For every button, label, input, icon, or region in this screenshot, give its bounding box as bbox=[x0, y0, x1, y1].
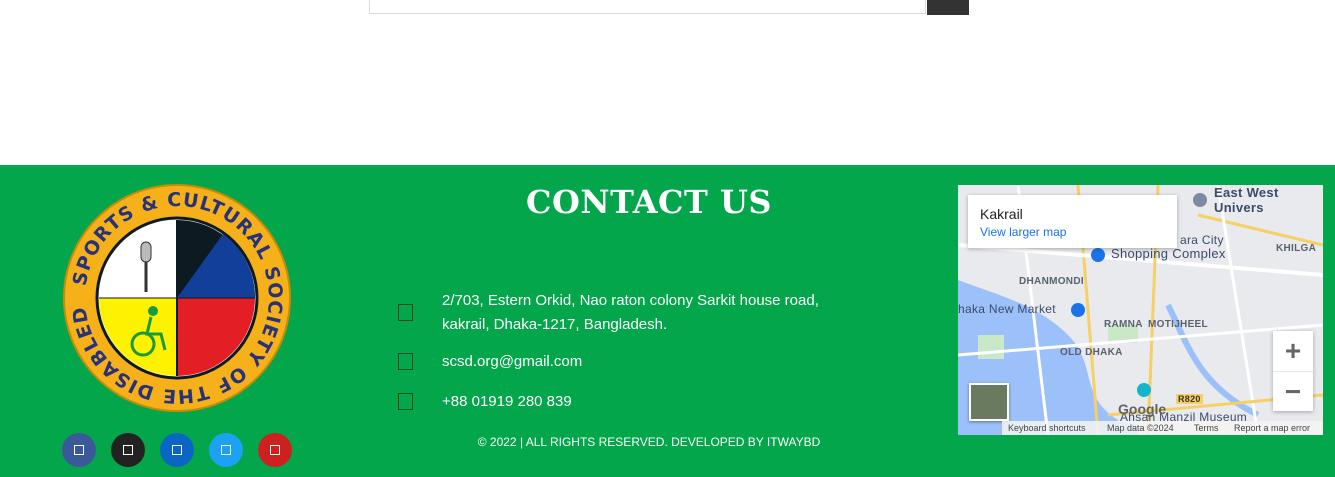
contact-address: 2/703, Estern Orkid, Nao raton colony Sa… bbox=[442, 289, 819, 337]
organization-logo: SPORTS & CULTURAL SOCIETY OF THE DISABLE… bbox=[63, 184, 291, 412]
map-attribution-bar: Keyboard shortcuts Map data ©2024 Terms … bbox=[1002, 421, 1323, 435]
map-label-ramna: RAMNA bbox=[1104, 319, 1143, 330]
facebook-button[interactable] bbox=[62, 433, 96, 467]
footer: SPORTS & CULTURAL SOCIETY OF THE DISABLE… bbox=[0, 165, 1335, 477]
phone-icon bbox=[398, 393, 413, 410]
google-logo: Google bbox=[1118, 401, 1167, 417]
tiktok-button[interactable] bbox=[111, 433, 145, 467]
map-label-khilga: KHILGA bbox=[1276, 243, 1317, 254]
map-label-newmarket: haka New Market bbox=[958, 302, 1056, 316]
contact-email[interactable]: scsd.org@gmail.com bbox=[442, 350, 582, 374]
map-label-motijheel: MOTIJHEEL bbox=[1148, 319, 1208, 330]
copyright-text: © 2022 | ALL RIGHTS RESERVED. DEVELOPED … bbox=[477, 435, 821, 449]
contact-phone[interactable]: +88 01919 280 839 bbox=[442, 390, 572, 414]
search-button[interactable] bbox=[927, 0, 969, 15]
contact-title: CONTACT US bbox=[526, 183, 772, 221]
search-bar bbox=[369, 0, 969, 15]
tiktok-icon bbox=[123, 445, 133, 455]
map-data-text: Map data ©2024 bbox=[1107, 423, 1174, 433]
map-label-eastwest: East West Univers bbox=[1214, 185, 1279, 215]
search-input[interactable] bbox=[369, 0, 926, 14]
map-label-olddhaka: OLD DHAKA bbox=[1060, 347, 1123, 358]
facebook-icon bbox=[74, 445, 84, 455]
zoom-controls: + − bbox=[1273, 331, 1313, 411]
zoom-in-button[interactable]: + bbox=[1273, 331, 1313, 371]
map-type-toggle[interactable] bbox=[969, 383, 1009, 421]
linkedin-button[interactable] bbox=[160, 433, 194, 467]
youtube-icon bbox=[270, 445, 280, 455]
map-label-dhanmondi: DHANMONDI bbox=[1019, 276, 1084, 287]
place-name: Kakrail bbox=[980, 206, 1023, 222]
place-card: Kakrail View larger map bbox=[968, 195, 1177, 248]
view-larger-map-link[interactable]: View larger map bbox=[980, 225, 1066, 239]
report-error-link[interactable]: Report a map error bbox=[1234, 423, 1310, 433]
map-label-road: R820 bbox=[1176, 394, 1203, 404]
map-label-shopping: Shopping Complex bbox=[1111, 246, 1226, 261]
email-icon bbox=[398, 353, 413, 370]
zoom-out-button[interactable]: − bbox=[1273, 371, 1313, 412]
linkedin-icon bbox=[172, 445, 182, 455]
twitter-icon bbox=[221, 445, 231, 455]
address-line-1: 2/703, Estern Orkid, Nao raton colony Sa… bbox=[442, 292, 819, 309]
location-icon bbox=[398, 304, 413, 321]
twitter-button[interactable] bbox=[209, 433, 243, 467]
map-label-city: ara City bbox=[1180, 233, 1224, 247]
address-line-2: kakrail, Dhaka-1217, Bangladesh. bbox=[442, 316, 668, 333]
terms-link[interactable]: Terms bbox=[1194, 423, 1219, 433]
keyboard-shortcuts-link[interactable]: Keyboard shortcuts bbox=[1008, 423, 1086, 433]
youtube-button[interactable] bbox=[258, 433, 292, 467]
embedded-map[interactable]: East West Univers ara City Shopping Comp… bbox=[958, 185, 1323, 435]
